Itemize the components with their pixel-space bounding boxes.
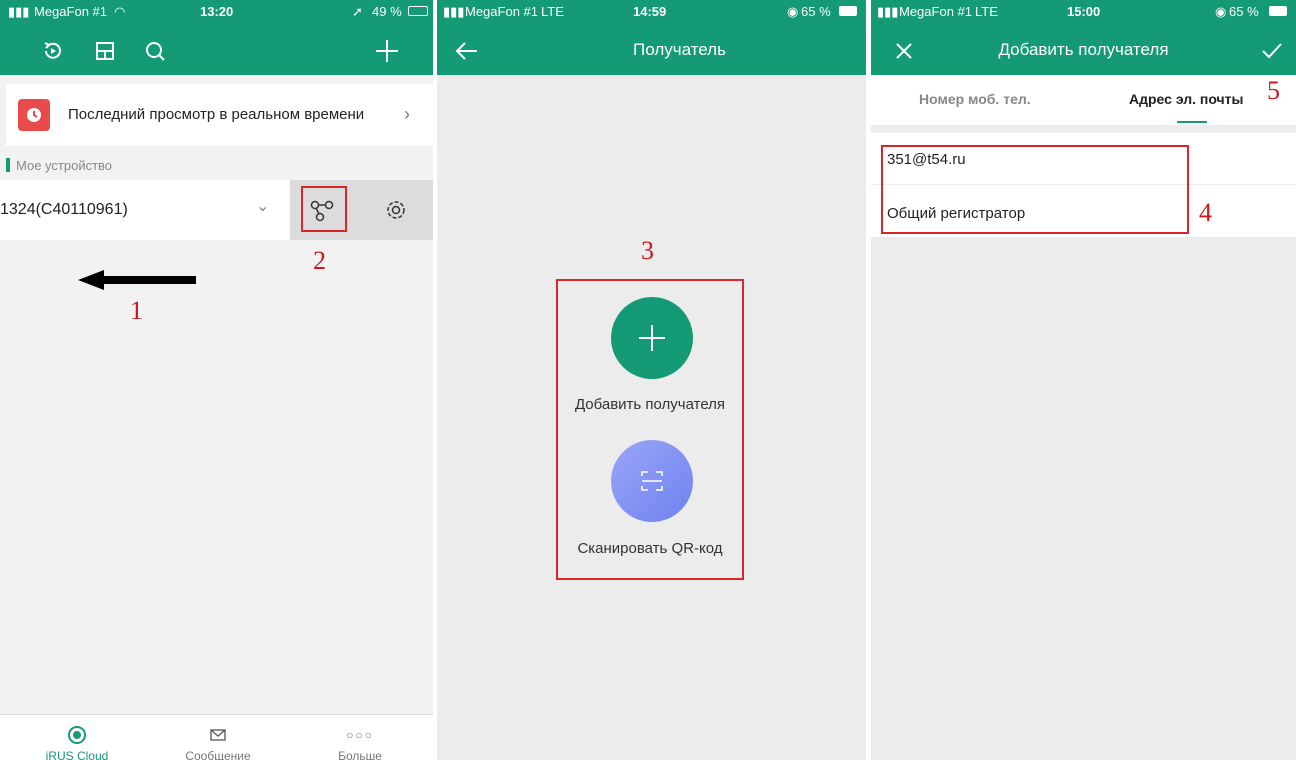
layout-icon[interactable]	[90, 36, 120, 66]
alarm-icon: ◉	[1215, 4, 1227, 19]
tab-phone[interactable]: Номер моб. тел.	[919, 91, 1031, 107]
time-label: 13:20	[200, 4, 234, 19]
wifi-icon: ◠	[114, 4, 126, 19]
signal-icon: ▮▮▮	[8, 4, 30, 19]
time-label: 15:00	[1067, 4, 1101, 19]
scan-frame-icon	[641, 471, 663, 491]
live-view-row[interactable]: Последний просмотр в реальном времени ›	[6, 84, 433, 146]
tab-more[interactable]: ○○○ Больше	[300, 725, 420, 760]
battery-icon	[839, 6, 857, 16]
page-title: Получатель	[633, 40, 726, 59]
chevron-down-icon[interactable]: ⌄	[256, 196, 269, 216]
share-highlight-box	[301, 186, 347, 232]
confirm-check-icon[interactable]	[1257, 36, 1287, 66]
settings-gear-icon[interactable]	[384, 198, 408, 222]
signal-icon: ▮▮▮	[877, 4, 899, 19]
recipient-type-tabs: Номер моб. тел. Адрес эл. почты	[871, 75, 1296, 125]
add-recipient-label: Добавить получателя	[574, 396, 726, 413]
status-bar: ▮▮▮ MegaFon #1 LTE 15:00 ◉ 65 %	[871, 0, 1296, 24]
page-title: Добавить получателя	[998, 40, 1169, 59]
live-view-label: Последний просмотр в реальном времени	[68, 106, 365, 123]
bottom-tab-bar: iRUS Cloud Сообщение ○○○ Больше	[0, 714, 433, 760]
search-icon[interactable]	[140, 36, 170, 66]
battery-icon	[408, 6, 428, 16]
time-label: 14:59	[633, 4, 667, 19]
alarm-icon: ◉	[787, 4, 799, 19]
location-icon: ➚	[352, 4, 363, 19]
active-tab-indicator	[1177, 121, 1207, 123]
section-label: Мое устройство	[16, 158, 113, 173]
section-marker	[6, 158, 10, 172]
add-recipient-screen: ▮▮▮ MegaFon #1 LTE 15:00 ◉ 65 % Добавить…	[871, 0, 1296, 760]
signal-icon: ▮▮▮	[443, 4, 465, 19]
status-bar: ▮▮▮ MegaFon #1 ◠ 13:20 ➚ 49 %	[0, 0, 433, 24]
swipe-left-arrow-icon	[78, 270, 198, 290]
carrier-label: MegaFon #1	[465, 4, 538, 19]
recipient-screen: ▮▮▮ MegaFon #1 LTE 14:59 ◉ 65 % Получате…	[437, 0, 866, 760]
alarm-clock-icon	[18, 99, 50, 131]
scan-qr-label: Сканировать QR-код	[577, 540, 723, 557]
device-row[interactable]: 1324(C40110961) ⌄	[0, 180, 290, 240]
network-label: LTE	[975, 4, 998, 19]
cloud-icon	[17, 725, 137, 745]
carrier-label: MegaFon #1	[34, 4, 107, 19]
tab-irus-cloud[interactable]: iRUS Cloud	[17, 725, 137, 760]
step-number-3: 3	[641, 236, 654, 265]
history-icon[interactable]	[38, 36, 68, 66]
battery-icon	[1269, 6, 1287, 16]
chevron-right-icon: ›	[404, 104, 410, 124]
tab-message[interactable]: Сообщение	[158, 725, 278, 760]
plus-icon	[639, 325, 665, 351]
step-number-1: 1	[130, 296, 143, 325]
app-header: ▮▮▮ MegaFon #1 LTE 15:00 ◉ 65 % Добавить…	[871, 0, 1296, 75]
app-header: ▮▮▮ MegaFon #1 LTE 14:59 ◉ 65 % Получате…	[437, 0, 866, 75]
tab-email[interactable]: Адрес эл. почты	[1129, 91, 1243, 107]
status-bar: ▮▮▮ MegaFon #1 LTE 14:59 ◉ 65 %	[437, 0, 866, 24]
tab-label: iRUS Cloud	[45, 749, 109, 760]
app-header: ▮▮▮ MegaFon #1 ◠ 13:20 ➚ 49 %	[0, 0, 433, 75]
device-list-screen: ▮▮▮ MegaFon #1 ◠ 13:20 ➚ 49 % Последний …	[0, 0, 433, 760]
fields-highlight-box	[881, 145, 1189, 234]
step-number-5: 5	[1267, 76, 1280, 105]
battery-label: 65 %	[801, 4, 831, 19]
step-number-4: 4	[1199, 198, 1212, 227]
tab-label: Сообщение	[185, 749, 251, 760]
message-icon	[158, 725, 278, 745]
device-name: 1324(C40110961)	[0, 201, 128, 218]
tab-label: Больше	[338, 749, 382, 760]
network-label: LTE	[541, 4, 564, 19]
add-recipient-button[interactable]	[611, 297, 693, 379]
add-icon[interactable]	[372, 36, 402, 66]
more-icon: ○○○	[346, 728, 374, 742]
battery-label: 49 %	[372, 4, 402, 19]
scan-qr-button[interactable]	[611, 440, 693, 522]
battery-label: 65 %	[1229, 4, 1259, 19]
carrier-label: MegaFon #1	[899, 4, 972, 19]
step-number-2: 2	[313, 246, 326, 275]
